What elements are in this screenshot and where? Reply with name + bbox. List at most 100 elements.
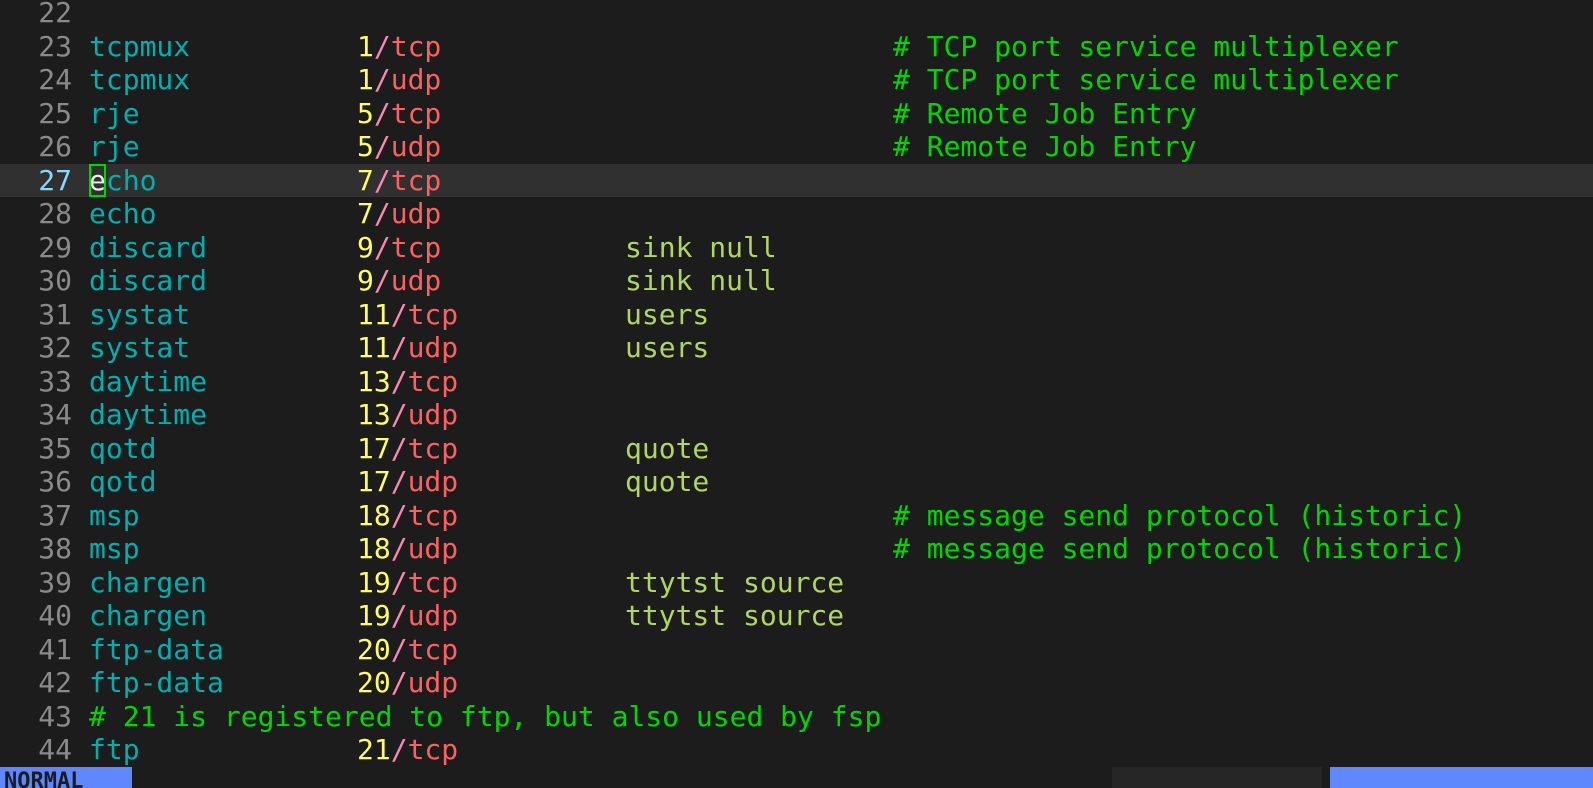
line-number: 38 — [38, 532, 72, 565]
line-number: 25 — [38, 96, 72, 130]
service-name: msp — [89, 498, 140, 532]
line-number: 30 — [38, 264, 72, 297]
protocol: udp — [390, 63, 442, 96]
protocol: udp — [390, 197, 442, 230]
code-line[interactable]: 36 qotd 17/udp quote — [0, 465, 1593, 499]
port-number: 11 — [357, 297, 391, 331]
service-name: daytime — [89, 398, 208, 431]
protocol: udp — [407, 532, 459, 565]
protocol: udp — [407, 465, 459, 498]
code-line[interactable]: 32 systat 11/udp users — [0, 331, 1593, 365]
service-name: echo — [89, 197, 157, 230]
code-line[interactable]: 25 rje 5/tcp # Remote Job Entry — [0, 97, 1593, 131]
code-line[interactable]: 34 daytime 13/udp — [0, 398, 1593, 432]
service-name: rje — [89, 96, 140, 130]
port-number: 21 — [357, 733, 391, 766]
code-line[interactable]: 24 tcpmux 1/udp # TCP port service multiple… — [0, 63, 1593, 97]
line-number: 34 — [38, 398, 72, 431]
port-number: 18 — [357, 532, 391, 565]
line-number: 41 — [38, 632, 72, 666]
port-number: 7 — [357, 197, 374, 230]
protocol: tcp — [407, 431, 459, 465]
line-number: 33 — [38, 364, 72, 398]
line-number: 39 — [38, 565, 72, 599]
service-name: tcpmux — [89, 29, 191, 63]
port-number: 7 — [357, 163, 374, 197]
code-line[interactable]: 42 ftp-data 20/udp — [0, 666, 1593, 700]
protocol: tcp — [407, 632, 459, 666]
port-number: 20 — [357, 666, 391, 699]
code-line[interactable]: 31 systat 11/tcp users — [0, 298, 1593, 332]
code-line[interactable]: 22 — [0, 0, 1593, 30]
port-number: 5 — [357, 96, 374, 130]
code-line[interactable]: 26 rje 5/udp # Remote Job Entry — [0, 130, 1593, 164]
line-number: 23 — [38, 29, 72, 63]
port-protocol: 20/tcp — [357, 632, 459, 666]
port-protocol: 20/udp — [357, 666, 459, 699]
code-line[interactable]: 41 ftp-data 20/tcp — [0, 633, 1593, 667]
service-name: discard — [89, 264, 208, 297]
port-protocol: 11/udp — [357, 331, 459, 364]
status-line: NORMAL — [0, 767, 1593, 788]
port-number: 19 — [357, 565, 391, 599]
code-line[interactable]: 35 qotd 17/tcp quote — [0, 432, 1593, 466]
code-line[interactable]: 39 chargen 19/tcp ttytst source — [0, 566, 1593, 600]
port-number: 1 — [357, 29, 374, 63]
port-protocol: 13/udp — [357, 398, 459, 431]
code-line[interactable]: 38 msp 18/udp # message send protocol (hist… — [0, 532, 1593, 566]
aliases: ttytst source — [625, 599, 845, 632]
line-number: 22 — [38, 0, 72, 29]
protocol: udp — [390, 264, 442, 297]
line-number: 26 — [38, 130, 72, 163]
port-protocol: 5/tcp — [357, 96, 442, 130]
port-protocol: 13/tcp — [357, 364, 459, 398]
port-protocol: 18/udp — [357, 532, 459, 565]
code-line[interactable]: 28 echo 7/udp — [0, 197, 1593, 231]
code-line[interactable]: 37 msp 18/tcp # message send protocol (hist… — [0, 499, 1593, 533]
cursor: e — [89, 163, 106, 197]
code-line[interactable]: 43 # 21 is registered to ftp, but also us… — [0, 700, 1593, 734]
comment: # Remote Job Entry — [893, 96, 1197, 130]
port-protocol: 17/tcp — [357, 431, 459, 465]
port-number: 5 — [357, 130, 374, 163]
protocol: udp — [407, 331, 459, 364]
service-name: ftp-data — [89, 666, 224, 699]
port-number: 13 — [357, 398, 391, 431]
service-name: ftp-data — [89, 632, 224, 666]
service-name: chargen — [89, 565, 208, 599]
code-line[interactable]: 44 ftp 21/tcp — [0, 733, 1593, 767]
line-number: 44 — [38, 733, 72, 766]
port-number: 17 — [357, 431, 391, 465]
service-name: chargen — [89, 599, 208, 632]
line-number: 28 — [38, 197, 72, 230]
service-name: echo — [89, 163, 157, 197]
port-number: 18 — [357, 498, 391, 532]
line-number: 36 — [38, 465, 72, 498]
service-name: rje — [89, 130, 140, 163]
status-fileinfo-section — [1112, 767, 1322, 788]
protocol: udp — [407, 599, 459, 632]
comment: # TCP port service multiplexer — [893, 29, 1399, 63]
editor-buffer[interactable]: 22 23 tcpmux 1/tcp # TCP port service multip… — [0, 0, 1593, 767]
port-protocol: 9/udp — [357, 264, 442, 297]
line-number: 42 — [38, 666, 72, 699]
service-name: msp — [89, 532, 140, 565]
comment: # message send protocol (historic) — [893, 498, 1467, 532]
code-line[interactable]: 33 daytime 13/tcp — [0, 365, 1593, 399]
code-line[interactable]: 27 echo 7/tcp — [0, 163, 1593, 197]
service-name: qotd — [89, 431, 157, 465]
protocol: tcp — [390, 29, 442, 63]
aliases: sink null — [625, 230, 777, 264]
port-protocol: 19/tcp — [357, 565, 459, 599]
port-protocol: 17/udp — [357, 465, 459, 498]
port-number: 1 — [357, 63, 374, 96]
protocol: udp — [390, 130, 442, 163]
protocol: tcp — [407, 733, 459, 766]
protocol: udp — [407, 666, 459, 699]
code-line[interactable]: 23 tcpmux 1/tcp # TCP port service multiple… — [0, 30, 1593, 64]
code-line[interactable]: 40 chargen 19/udp ttytst source — [0, 599, 1593, 633]
service-name: tcpmux — [89, 63, 191, 96]
code-line[interactable]: 30 discard 9/udp sink null — [0, 264, 1593, 298]
code-line[interactable]: 29 discard 9/tcp sink null — [0, 231, 1593, 265]
line-number: 43 — [38, 699, 72, 733]
